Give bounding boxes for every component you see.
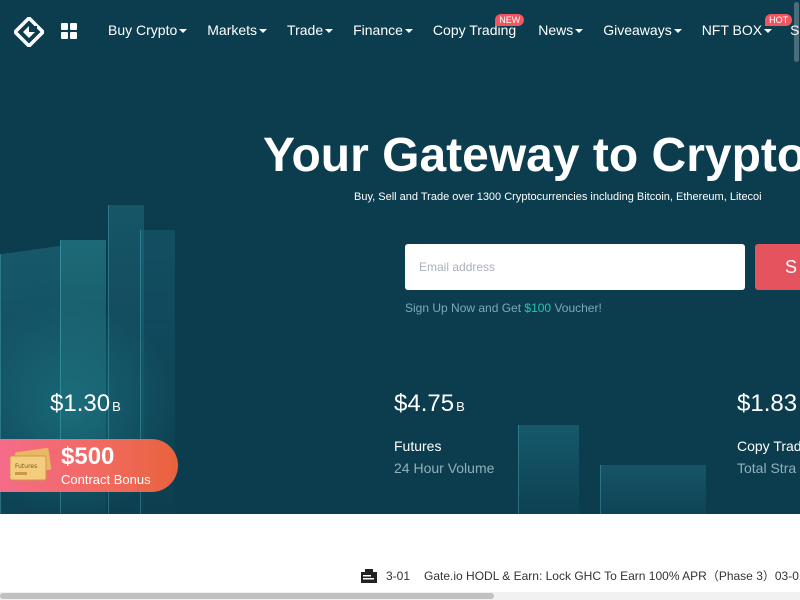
announcement-ticker[interactable]: 3-01 Gate.io HODL & Earn: Lock GHC To Ea… [360, 567, 800, 584]
voucher-amount: $100 [524, 301, 552, 315]
tower-decoration [600, 465, 706, 514]
ticker-date: 3-01 [386, 568, 411, 583]
stat-name: Futures [394, 438, 442, 454]
hot-badge: HOT [765, 14, 793, 26]
ticker-text[interactable]: Gate.io HODL & Earn: Lock GHC To Earn 10… [424, 567, 800, 584]
card-text: Futures [15, 463, 37, 470]
bonus-label: Contract Bonus [61, 472, 151, 487]
main-menu: Buy Crypto Markets Trade Finance Copy Tr… [108, 14, 800, 38]
menu-markets[interactable]: Markets [207, 22, 268, 38]
chevron-down-icon [404, 29, 413, 34]
voucher-prefix: Sign Up Now and Get [405, 301, 525, 315]
menu-finance[interactable]: Finance [353, 22, 413, 38]
menu-buy-crypto[interactable]: Buy Crypto [108, 22, 188, 38]
bonus-amount: $500 [61, 443, 115, 470]
new-badge: NEW [495, 14, 525, 26]
email-input[interactable] [405, 244, 745, 290]
vertical-scroll-thumb[interactable] [794, 2, 799, 62]
apps-grid-icon[interactable] [61, 23, 77, 39]
top-nav: Buy Crypto Markets Trade Finance Copy Tr… [0, 0, 800, 62]
stat-name: Copy Trad [737, 438, 800, 454]
hero-title: Your Gateway to Cryptoc [263, 129, 800, 182]
stat-value: $1.83 [737, 390, 798, 417]
tower-decoration [518, 425, 579, 514]
stat-desc: 24 Hour Volume [394, 460, 495, 476]
gate-logo-icon[interactable] [14, 17, 44, 47]
voucher-suffix: Voucher! [551, 301, 602, 315]
menu-news[interactable]: News [538, 22, 584, 38]
menu-nft-box[interactable]: NFT BOX HOT [702, 14, 793, 38]
futures-card-icon: Futures [9, 448, 52, 481]
vertical-scrollbar[interactable] [793, 0, 800, 592]
horizontal-scrollbar[interactable] [0, 592, 800, 600]
announcement-icon [361, 568, 377, 583]
hero-section: Buy Crypto Markets Trade Finance Copy Tr… [0, 0, 800, 514]
voucher-text: Sign Up Now and Get $100 Voucher! [405, 301, 602, 315]
stat-desc: Total Stra [737, 460, 797, 476]
chevron-down-icon [673, 29, 682, 34]
chevron-down-icon [764, 29, 773, 34]
contract-bonus-banner[interactable]: Futures $500 Contract Bonus [0, 439, 178, 492]
stat-value: $4.75 B [394, 390, 465, 417]
chevron-down-icon [179, 29, 188, 34]
hero-subtitle: Buy, Sell and Trade over 1300 Cryptocurr… [354, 191, 762, 203]
menu-trade[interactable]: Trade [287, 22, 334, 38]
stat-value: $1.30 B [50, 390, 121, 417]
horizontal-scroll-thumb[interactable] [0, 593, 494, 599]
chevron-down-icon [259, 29, 268, 34]
chevron-down-icon [325, 29, 334, 34]
menu-giveaways[interactable]: Giveaways [603, 22, 682, 38]
menu-copy-trading[interactable]: Copy Trading NEW [433, 14, 525, 38]
chevron-down-icon [575, 29, 584, 34]
